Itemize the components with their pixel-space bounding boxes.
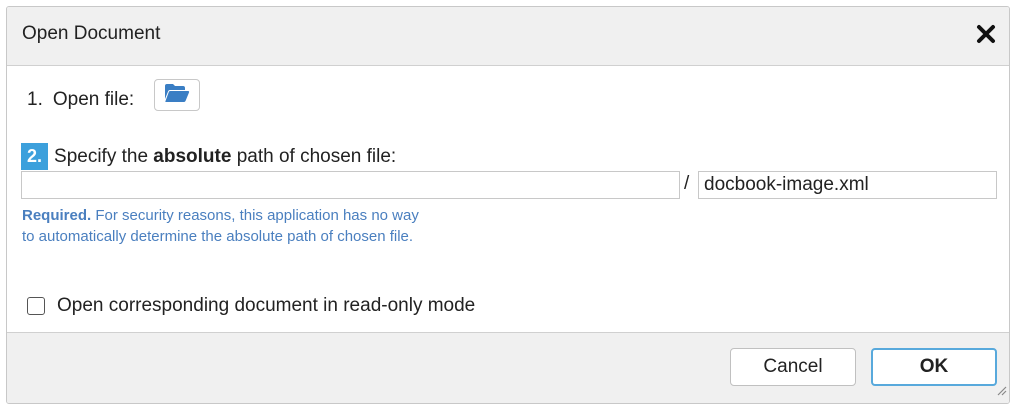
readonly-checkbox[interactable] xyxy=(27,297,45,315)
hint-line1: For security reasons, this application h… xyxy=(95,207,419,224)
hint-required-label: Required. xyxy=(22,207,92,224)
resize-grip-icon[interactable] xyxy=(995,383,1007,401)
step2-text-before: Specify the xyxy=(54,145,149,167)
folder-open-icon xyxy=(164,83,190,108)
step-open-file: 1. Open file: xyxy=(27,85,134,115)
step2-text-bold: absolute xyxy=(153,145,232,167)
hint-line2: to automatically determine the absolute … xyxy=(22,228,414,245)
close-icon[interactable] xyxy=(975,23,997,45)
cancel-button[interactable]: Cancel xyxy=(730,348,856,386)
ok-button[interactable]: OK xyxy=(871,348,997,386)
filename-input[interactable] xyxy=(698,171,997,199)
path-separator: / xyxy=(684,173,690,194)
security-hint: Required. For security reasons, this app… xyxy=(22,205,502,247)
step1-number: 1. xyxy=(27,89,43,110)
readonly-option[interactable]: Open corresponding document in read-only… xyxy=(27,293,475,319)
dialog-title: Open Document xyxy=(22,23,161,44)
open-file-button[interactable] xyxy=(154,79,200,111)
open-document-dialog: Open Document 1. Open file: 2. Specify t… xyxy=(6,6,1010,404)
step1-label: Open file: xyxy=(52,89,135,110)
readonly-label[interactable]: Open corresponding document in read-only… xyxy=(57,295,475,317)
step-specify-path: 2. Specify the absolute path of chosen f… xyxy=(21,143,396,170)
step2-text-after: path of chosen file: xyxy=(236,145,397,167)
step2-number-badge: 2. xyxy=(21,143,49,170)
dialog-footer: Cancel OK xyxy=(7,332,1009,403)
dialog-titlebar: Open Document xyxy=(7,7,1009,66)
directory-path-input[interactable] xyxy=(21,171,680,199)
